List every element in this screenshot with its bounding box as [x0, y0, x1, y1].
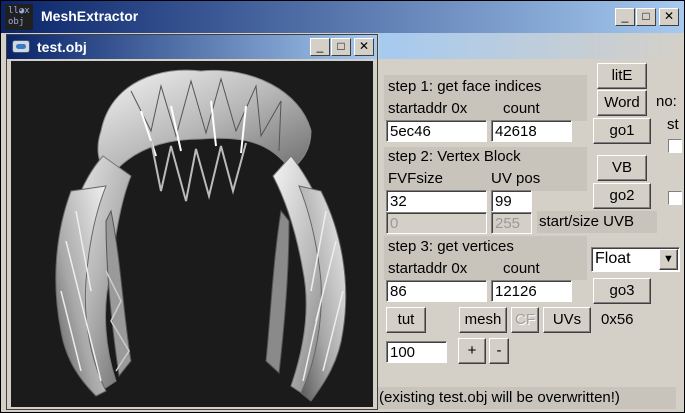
- cut-off-st-label: st: [667, 116, 679, 133]
- scale-input[interactable]: 100: [386, 341, 447, 363]
- vb-button[interactable]: VB: [597, 155, 647, 181]
- step1-count-label: count: [503, 100, 540, 117]
- go2-button[interactable]: go2: [593, 183, 651, 209]
- step3-title: step 3: get vertices: [388, 238, 514, 255]
- uvb-size-input: 255: [491, 212, 532, 234]
- hair-mesh-render: [55, 69, 347, 402]
- tut-button[interactable]: tut: [386, 307, 426, 333]
- child-close-icon[interactable]: ✕: [354, 38, 374, 56]
- fvf-size-input[interactable]: 32: [386, 190, 487, 212]
- main-window: ll◕x obj MeshExtractor _ □ ✕ test.obj _ □…: [0, 0, 685, 413]
- step3-startaddr-label: startaddr 0x: [388, 260, 468, 277]
- child-titlebar[interactable]: test.obj _ □ ✕: [7, 35, 377, 59]
- step1-startaddr-label: startaddr 0x: [388, 100, 468, 117]
- mesh-button[interactable]: mesh: [459, 307, 507, 333]
- app-title: MeshExtractor: [41, 8, 139, 24]
- word-button[interactable]: Word: [597, 90, 647, 116]
- option-checkbox-1[interactable]: [668, 139, 682, 153]
- go1-button[interactable]: go1: [593, 118, 651, 144]
- step3-count-input[interactable]: 12126: [491, 280, 572, 302]
- uvb-label: start/size UVB: [539, 213, 635, 230]
- uv-pos-input[interactable]: 99: [491, 190, 532, 212]
- step2-uvpos-label: UV pos: [491, 170, 541, 187]
- step3-count-label: count: [503, 260, 540, 277]
- main-titlebar[interactable]: ll◕x obj MeshExtractor _ □ ✕: [1, 1, 684, 33]
- step2-fvf-label: FVFsize: [388, 170, 444, 187]
- hex-offset-label: 0x56: [601, 311, 634, 328]
- app-icon: ll◕x obj: [5, 4, 33, 30]
- child-minimize-icon[interactable]: _: [310, 38, 330, 56]
- overwrite-warning: (existing test.obj will be overwritten!): [379, 389, 620, 406]
- menu-strip: [379, 33, 684, 59]
- maximize-icon[interactable]: □: [636, 8, 656, 26]
- option-checkbox-2[interactable]: [668, 191, 682, 205]
- cut-off-no-label: no:: [656, 93, 677, 110]
- plus-button[interactable]: +: [458, 338, 486, 364]
- uvb-start-input: 0: [386, 212, 487, 234]
- chevron-down-icon[interactable]: ▼: [659, 249, 678, 270]
- format-select-value: Float: [595, 250, 631, 267]
- window-icon: [12, 40, 30, 53]
- child-title: test.obj: [37, 39, 87, 55]
- minimize-icon[interactable]: _: [615, 8, 635, 26]
- step1-startaddr-input[interactable]: 5ec46: [386, 120, 487, 142]
- child-maximize-icon[interactable]: □: [331, 38, 351, 56]
- cf-button: CF: [511, 307, 539, 333]
- obj-preview-window: test.obj _ □ ✕: [6, 34, 378, 410]
- step1-count-input[interactable]: 42618: [491, 120, 572, 142]
- go3-button[interactable]: go3: [593, 278, 651, 304]
- step1-title: step 1: get face indices: [388, 78, 542, 95]
- step2-title: step 2: Vertex Block: [388, 148, 521, 165]
- minus-button[interactable]: -: [489, 338, 509, 364]
- mesh-viewport[interactable]: [11, 61, 373, 407]
- uvs-button[interactable]: UVs: [543, 307, 591, 333]
- lite-button[interactable]: litE: [597, 63, 647, 89]
- step3-startaddr-input[interactable]: 86: [386, 280, 487, 302]
- close-icon[interactable]: ✕: [659, 8, 679, 26]
